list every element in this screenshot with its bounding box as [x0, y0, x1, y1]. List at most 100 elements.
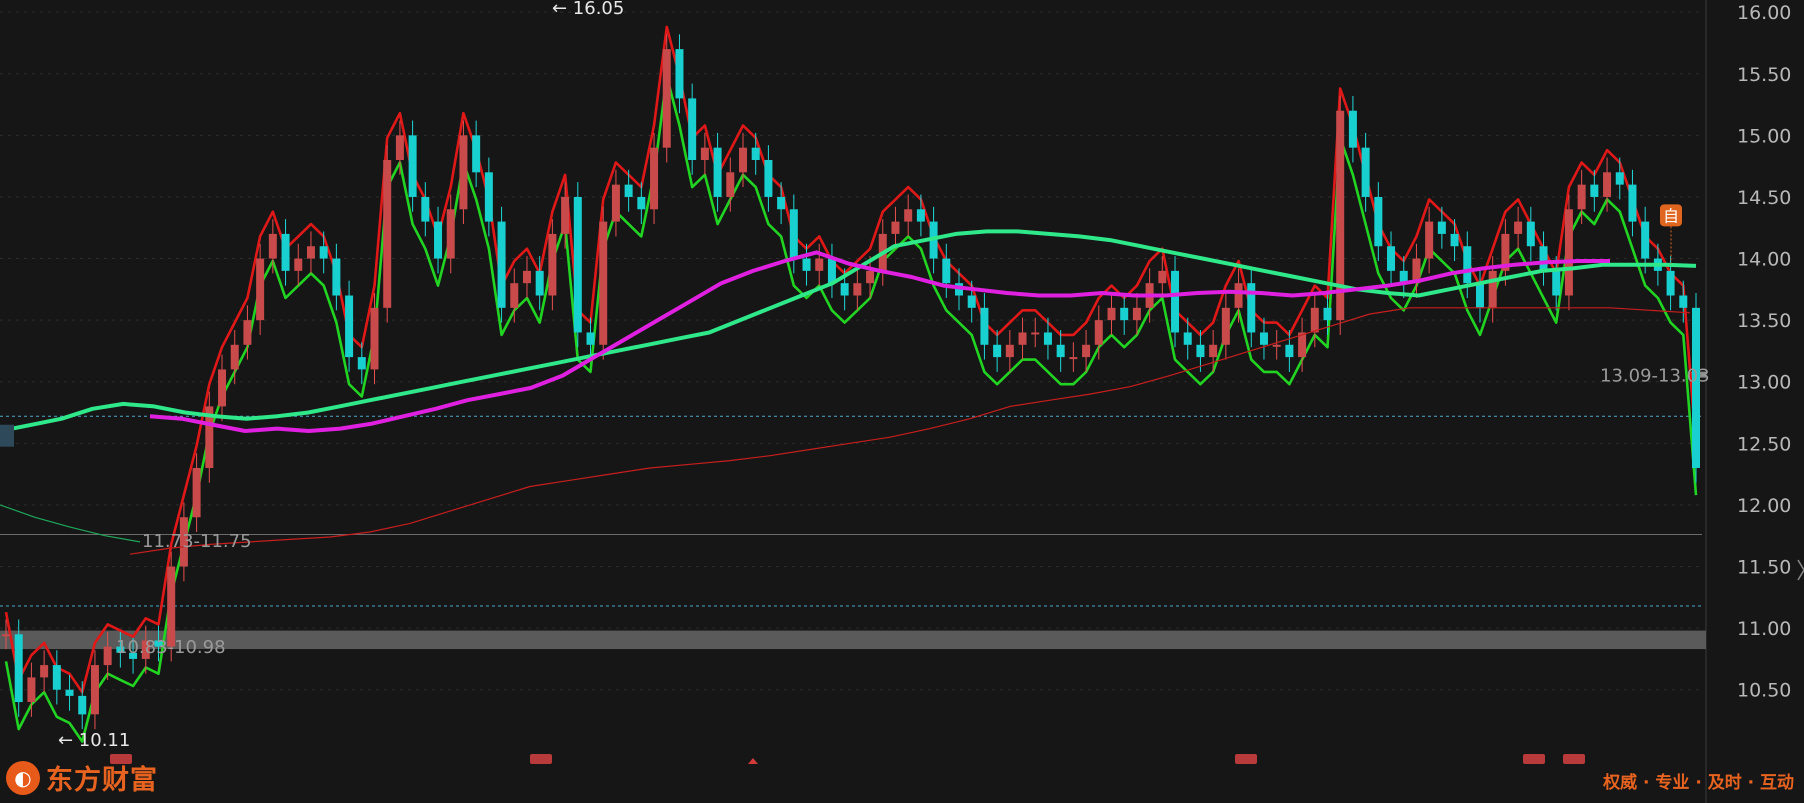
zone-label: 13.09-13.03 — [1600, 366, 1710, 387]
y-tick-label: 15.00 — [1737, 125, 1791, 147]
candle-body — [1069, 357, 1078, 360]
low-price-label: ← 10.11 — [58, 730, 130, 751]
candle-body — [1018, 332, 1027, 345]
candle-body — [230, 344, 239, 370]
candle-body — [1120, 307, 1129, 321]
candle-body — [1666, 270, 1675, 296]
candle-body — [1628, 184, 1637, 222]
candle-body — [1564, 209, 1573, 296]
candle-body — [561, 196, 570, 234]
candle-body — [1603, 172, 1612, 197]
candle-body — [472, 135, 481, 173]
candle-body — [1132, 307, 1141, 321]
candle-body — [789, 209, 798, 259]
candle-body — [1374, 196, 1383, 247]
candle-body — [1488, 270, 1497, 308]
candle-body — [802, 258, 811, 271]
candle-body — [586, 332, 595, 345]
candle-body — [370, 307, 379, 370]
zone-label: 11.73-11.75 — [142, 531, 252, 552]
candle-body — [1387, 246, 1396, 271]
candle-body — [446, 209, 455, 259]
y-tick-label: 14.50 — [1737, 187, 1791, 209]
candle-body — [1590, 184, 1599, 197]
candle-body — [40, 665, 49, 678]
candle-body — [1425, 221, 1434, 259]
candle-body — [637, 196, 646, 210]
candle-body — [434, 221, 443, 259]
candle-body — [1183, 332, 1192, 345]
y-tick-label: 15.50 — [1737, 64, 1791, 86]
candle-body — [1171, 270, 1180, 333]
candle-body — [751, 147, 760, 160]
candle-body — [357, 357, 366, 370]
candle-body — [1094, 320, 1103, 345]
candle-body — [294, 258, 303, 271]
candle-body — [14, 634, 23, 703]
candle-body — [1107, 307, 1116, 321]
candle-body — [815, 258, 824, 271]
candle-body — [942, 258, 951, 284]
candle-body — [1272, 344, 1281, 347]
y-tick-label: 12.50 — [1737, 433, 1791, 455]
candle-body — [866, 270, 875, 284]
candle-body — [1692, 307, 1700, 468]
candle-body — [853, 283, 862, 296]
candle-body — [1450, 233, 1459, 247]
y-tick-label: 12.00 — [1737, 495, 1791, 517]
candle-body — [1679, 295, 1688, 308]
candle-body — [675, 49, 684, 99]
event-marker[interactable] — [1523, 754, 1545, 764]
candle-body — [497, 221, 506, 308]
candle-body — [1514, 221, 1523, 234]
candle-body — [218, 369, 227, 407]
candle-body — [904, 209, 913, 222]
zone-band — [0, 630, 1706, 650]
candle-body — [1158, 270, 1167, 284]
stock-chart[interactable]: 16.00 15.50 15.00 14.50 14.00 13.50 13.00 12.50… — [0, 0, 1804, 803]
candle-body — [1310, 307, 1319, 333]
zone-label: 10.83-10.98 — [116, 637, 226, 658]
candle-body — [1031, 332, 1040, 335]
self-marker-label: 自 — [1663, 206, 1679, 225]
candle-body — [700, 147, 709, 160]
candle-body — [1209, 344, 1218, 358]
candle-body — [688, 98, 697, 160]
candle-body — [52, 665, 61, 690]
candle-body — [395, 135, 404, 160]
candle-body — [599, 221, 608, 345]
left-edge-marker — [0, 424, 14, 447]
event-marker[interactable] — [530, 754, 552, 764]
candle-body — [103, 646, 112, 666]
candle-body — [891, 221, 900, 234]
candle-body — [1539, 246, 1548, 271]
event-marker[interactable] — [1563, 754, 1585, 764]
candle-body — [1221, 307, 1230, 345]
y-tick-label: 13.50 — [1737, 310, 1791, 332]
candle-body — [1463, 246, 1472, 284]
candle-body — [1259, 332, 1268, 345]
event-marker[interactable] — [1235, 754, 1257, 764]
candle-body — [510, 283, 519, 308]
candle-body — [980, 307, 989, 345]
candle-body — [840, 283, 849, 296]
candle-body — [459, 135, 468, 210]
candle-body — [1285, 344, 1294, 358]
candle-body — [1361, 147, 1370, 197]
candle-body — [535, 270, 544, 296]
y-tick-label: 14.00 — [1737, 249, 1791, 271]
y-tick-label: 11.50 — [1737, 557, 1791, 579]
candle-body — [624, 184, 633, 197]
candle-body — [1043, 332, 1052, 345]
candle-body — [1082, 344, 1091, 358]
candle-body — [650, 147, 659, 210]
candle-body — [243, 320, 252, 345]
candle-body — [90, 665, 99, 715]
candle-body — [1005, 344, 1014, 358]
candle-body — [65, 689, 74, 696]
candle-body — [192, 467, 201, 518]
candle-body — [1348, 110, 1357, 148]
candle-body — [1641, 221, 1650, 259]
candle-body — [1615, 172, 1624, 185]
candle-body — [27, 677, 36, 703]
